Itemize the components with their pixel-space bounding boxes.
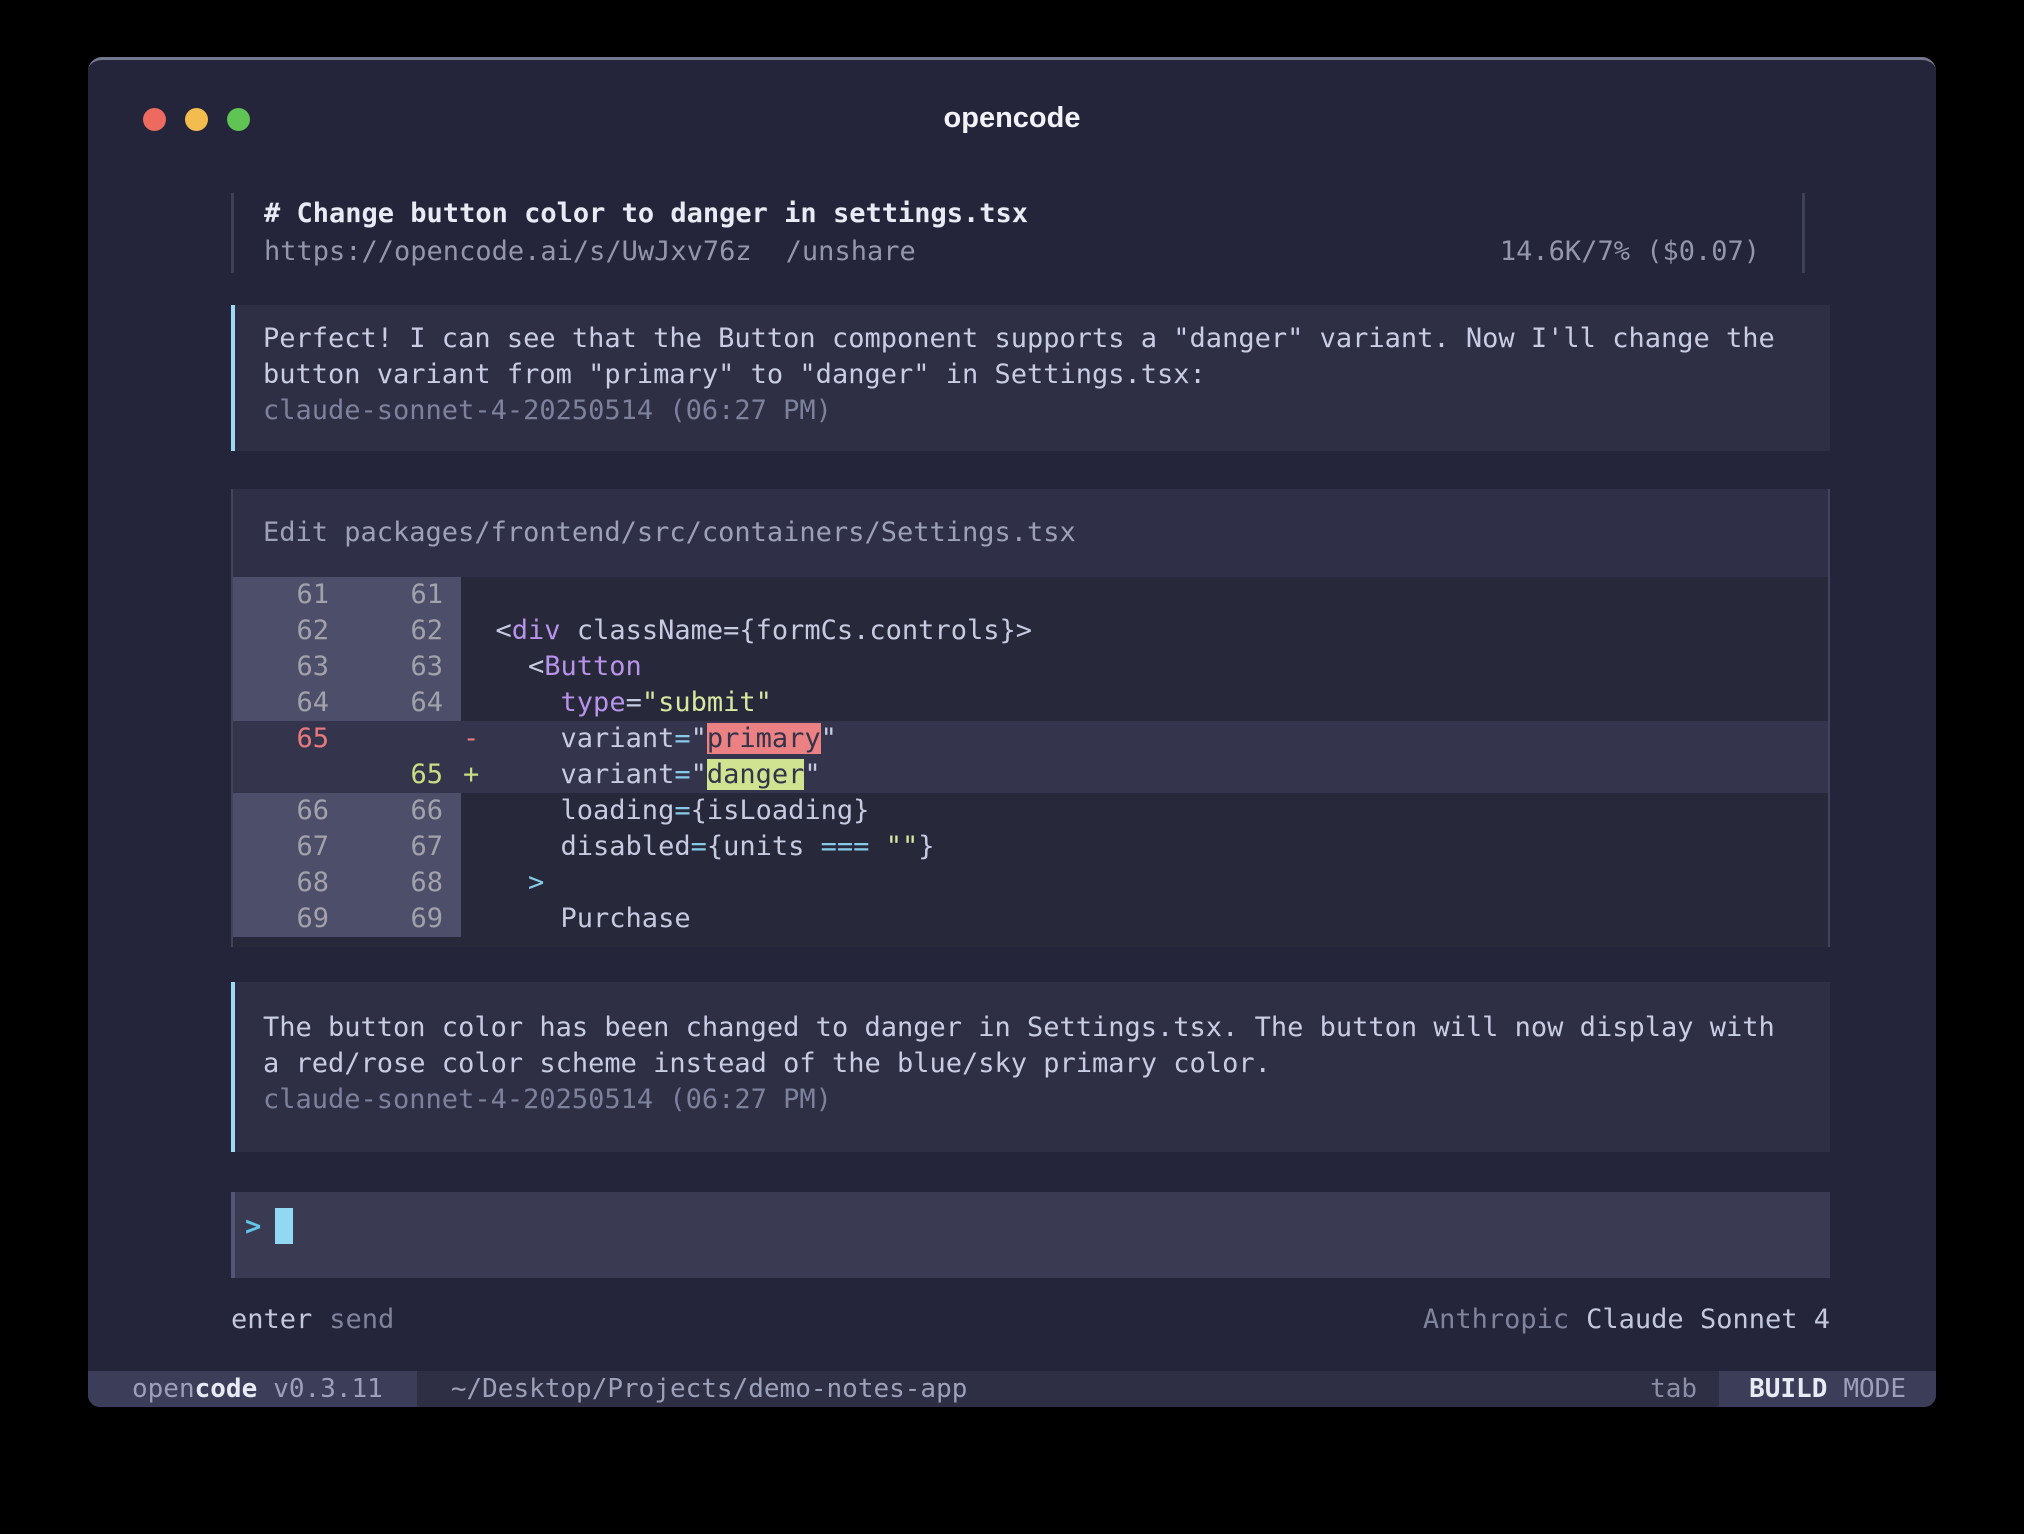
code-line: type="submit" [461,685,772,721]
diff-row: 65+ variant="danger" [233,757,1828,793]
old-line-number: 61 [233,577,347,613]
mode-label: MODE [1843,1374,1906,1404]
enter-key-label: enter [231,1304,312,1335]
mode-word: BUILD [1749,1374,1827,1404]
code-line: Purchase [461,901,691,937]
share-url-row: https://opencode.ai/s/UwJxv76z/unshare [264,233,916,271]
assistant-message: The button color has been changed to dan… [231,982,1830,1152]
diff-row: 6464 type="submit" [233,685,1828,721]
footer-hints: enter send Anthropic Claude Sonnet 4 [231,1304,1830,1336]
diff-tool-block: Edit packages/frontend/src/containers/Se… [231,489,1830,947]
code-line: loading={isLoading} [461,793,869,829]
diff-row: 6868 > [233,865,1828,901]
unshare-command: /unshare [786,236,916,267]
enter-action-label: send [329,1304,394,1335]
diff-row: 65 - variant="primary" [233,721,1828,757]
prompt-input[interactable]: > [231,1192,1830,1278]
title-bar: opencode [88,60,1936,174]
token-usage: 14.6K/7% ($0.07) [1500,233,1760,271]
app-version-segment: opencode v0.3.11 [88,1371,417,1407]
prompt-symbol: > [245,1211,261,1242]
new-line-number: 66 [347,793,461,829]
message-text: button variant from "primary" to "danger… [263,357,1830,393]
old-line-number: 62 [233,613,347,649]
new-line-number: 65 [347,757,461,793]
code-line [461,577,463,613]
tab-key-hint[interactable]: tab [1650,1374,1697,1404]
diff-row: 6969 Purchase [233,901,1828,937]
old-line-number: 66 [233,793,347,829]
window-title: opencode [88,102,1936,135]
new-line-number: 68 [347,865,461,901]
diff-row: 6666 loading={isLoading} [233,793,1828,829]
diff-rows: 61616262 <div className={formCs.controls… [233,577,1828,937]
model-timestamp: claude-sonnet-4-20250514 (06:27 PM) [263,393,1830,429]
message-text: Perfect! I can see that the Button compo… [263,321,1830,357]
mode-segment[interactable]: BUILD MODE [1719,1371,1936,1407]
diff-row: 6363 <Button [233,649,1828,685]
diff-row: 6262 <div className={formCs.controls}> [233,613,1828,649]
old-line-number: 69 [233,901,347,937]
old-line-number: 64 [233,685,347,721]
code-line: + variant="danger" [461,757,821,793]
model-timestamp: claude-sonnet-4-20250514 (06:27 PM) [263,1082,1830,1118]
session-title: # Change button color to danger in setti… [264,195,1760,233]
code-line: <div className={formCs.controls}> [461,613,1032,649]
message-text: a red/rose color scheme instead of the b… [263,1046,1830,1082]
provider-label: Anthropic [1423,1304,1569,1335]
model-indicator: Anthropic Claude Sonnet 4 [1423,1304,1830,1336]
old-line-number: 65 [233,721,347,757]
text-cursor [275,1208,293,1244]
new-line-number: 63 [347,649,461,685]
code-line: - variant="primary" [461,721,837,757]
new-line-number [347,721,461,757]
diff-row: 6161 [233,577,1828,613]
code-line: disabled={units === ""} [461,829,934,865]
diff-title: Edit packages/frontend/src/containers/Se… [233,489,1828,577]
app-name-code: code [195,1374,258,1404]
session-header: # Change button color to danger in setti… [231,193,1805,273]
old-line-number: 63 [233,649,347,685]
new-line-number: 62 [347,613,461,649]
opencode-window: opencode # Change button color to danger… [88,57,1936,1407]
old-line-number: 67 [233,829,347,865]
working-directory: ~/Desktop/Projects/demo-notes-app [451,1374,968,1404]
code-line: > [461,865,544,901]
old-line-number [233,757,347,793]
share-url: https://opencode.ai/s/UwJxv76z [264,236,752,267]
message-text: The button color has been changed to dan… [263,1010,1830,1046]
app-version: v0.3.11 [273,1374,383,1404]
app-name-open: open [132,1374,195,1404]
diff-row: 6767 disabled={units === ""} [233,829,1828,865]
old-line-number: 68 [233,865,347,901]
new-line-number: 69 [347,901,461,937]
assistant-message: Perfect! I can see that the Button compo… [231,305,1830,451]
enter-hint: enter send [231,1304,394,1336]
new-line-number: 61 [347,577,461,613]
new-line-number: 64 [347,685,461,721]
new-line-number: 67 [347,829,461,865]
model-label: Claude Sonnet 4 [1586,1304,1830,1335]
status-bar: opencode v0.3.11 ~/Desktop/Projects/demo-… [88,1371,1936,1407]
code-line: <Button [461,649,642,685]
